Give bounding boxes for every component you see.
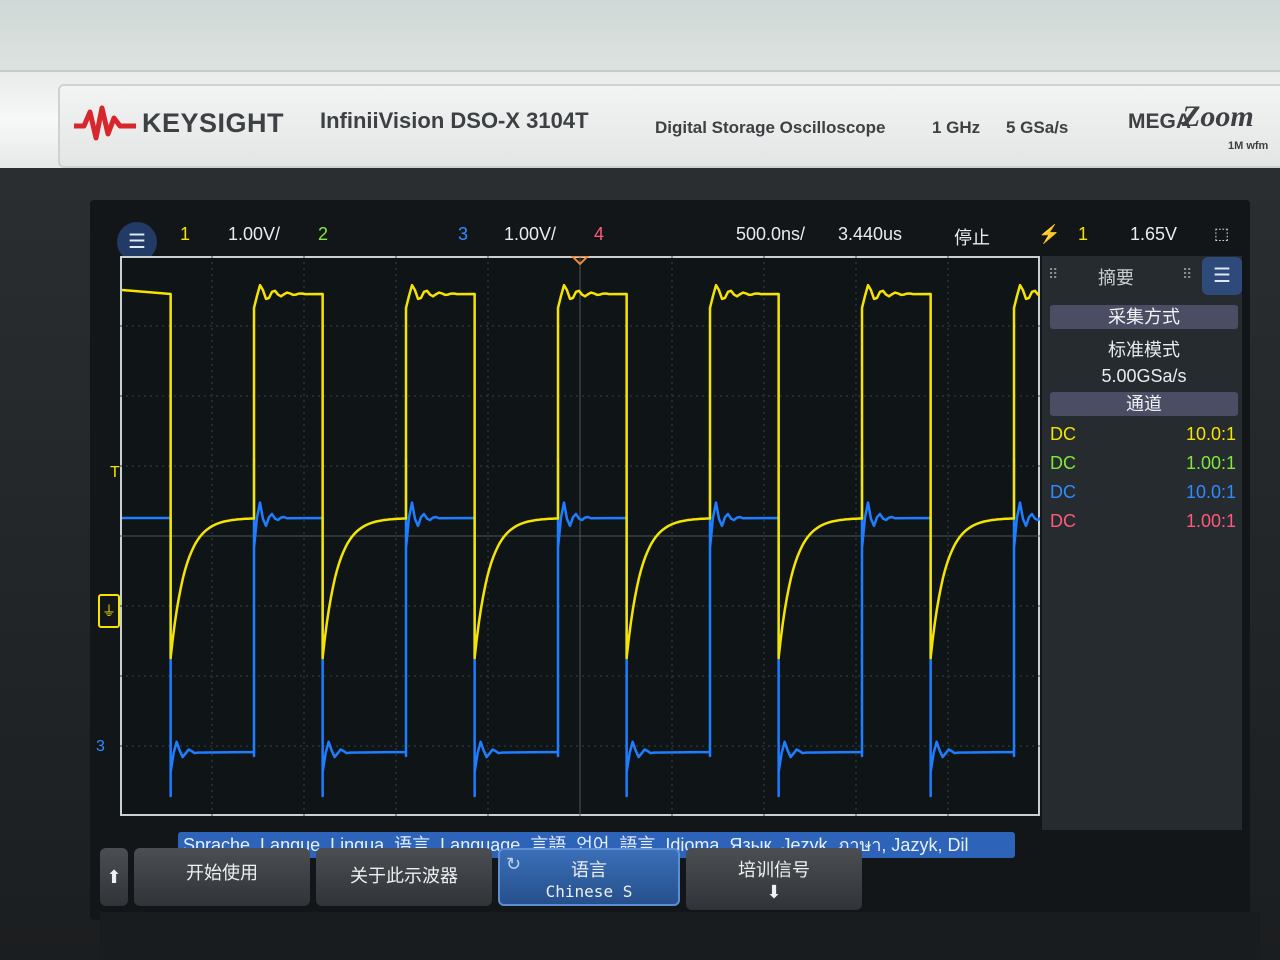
- model-name: InfiniiVision DSO-X 3104T: [320, 108, 589, 133]
- ch1-scale[interactable]: 1.00V/: [228, 224, 280, 245]
- bottom-bezel: [100, 912, 1260, 960]
- background-wall: [0, 0, 1280, 80]
- softkey-title: 语言: [571, 860, 607, 880]
- trigger-level[interactable]: 1.65V: [1130, 224, 1177, 245]
- drag-handle-icon[interactable]: ⠿: [1182, 266, 1192, 283]
- sample-rate-spec: 5 GSa/s: [1006, 118, 1069, 137]
- ch4-number[interactable]: 4: [594, 224, 604, 245]
- waveform-display: [120, 256, 1040, 816]
- ch3-waveform: [122, 456, 1040, 798]
- channel-coupling: DC: [1050, 424, 1076, 444]
- panel-menu-button[interactable]: ☰: [1202, 257, 1242, 295]
- about-scope-softkey[interactable]: 关于此示波器: [316, 848, 492, 906]
- trigger-edge-icon: ⚡: [1038, 224, 1061, 244]
- timebase-scale[interactable]: 500.0ns/: [736, 224, 805, 245]
- acquisition-rate: 5.00GSa/s: [1101, 366, 1187, 386]
- channel-coupling: DC: [1050, 453, 1076, 473]
- acquisition-header: 采集方式: [1050, 305, 1238, 329]
- channel-probe-ratio: 10.0:1: [1185, 482, 1236, 502]
- trigger-source[interactable]: 1: [1078, 224, 1088, 245]
- ch3-number[interactable]: 3: [458, 224, 468, 245]
- softkey-value: Chinese S: [545, 882, 633, 901]
- channel-coupling: DC: [1050, 511, 1076, 531]
- training-signals-softkey[interactable]: 培训信号 ⬇: [686, 848, 862, 910]
- acquisition-mode: 标准模式: [1108, 340, 1180, 360]
- channel-coupling: DC: [1050, 482, 1076, 502]
- down-arrow-icon: ⬇: [766, 882, 782, 902]
- drag-handle-icon[interactable]: ⠿: [1048, 266, 1058, 283]
- ch3-scale[interactable]: 1.00V/: [504, 224, 556, 245]
- getting-started-softkey[interactable]: 开始使用: [134, 848, 310, 906]
- trigger-level-marker[interactable]: T: [110, 464, 120, 482]
- brand-name: KEYSIGHT: [142, 108, 285, 138]
- ch1-number[interactable]: 1: [180, 224, 190, 245]
- panel-title: 摘要: [1098, 268, 1134, 288]
- ch2-number[interactable]: 2: [318, 224, 328, 245]
- menu-icon: ☰: [1213, 265, 1231, 287]
- rotate-icon: ↻: [506, 854, 522, 874]
- ch1-waveform: [121, 283, 1040, 660]
- language-softkey[interactable]: ↻ 语言 Chinese S: [498, 848, 680, 906]
- keysight-logo-icon: [74, 105, 136, 141]
- ch3-ground-marker[interactable]: 3: [96, 738, 105, 756]
- time-delay[interactable]: 3.440us: [838, 224, 902, 245]
- up-arrow-icon: ⬆: [106, 867, 122, 887]
- product-description: Digital Storage Oscilloscope: [655, 118, 886, 137]
- screenshot-icon[interactable]: ⬚: [1214, 224, 1229, 244]
- megazoom-zoom-label: Zoom: [1182, 100, 1254, 133]
- channel-probe-ratio: 1.00:1: [1185, 511, 1236, 531]
- softkey-label: 关于此示波器: [350, 866, 458, 886]
- megazoom-wfm-label: 1M wfm: [1228, 140, 1269, 152]
- bandwidth-spec: 1 GHz: [932, 118, 981, 137]
- ch1-ground-marker-icon[interactable]: ⏚: [98, 594, 120, 628]
- channel-probe-ratio: 1.00:1: [1185, 453, 1236, 473]
- channel-probe-ratio: 10.0:1: [1185, 424, 1236, 444]
- menu-icon: ☰: [128, 231, 146, 253]
- softkey-label: 培训信号: [738, 860, 810, 880]
- back-button[interactable]: ⬆: [100, 848, 128, 906]
- channels-header: 通道: [1050, 392, 1238, 416]
- softkey-label: 开始使用: [186, 863, 258, 883]
- run-state[interactable]: 停止: [954, 224, 990, 250]
